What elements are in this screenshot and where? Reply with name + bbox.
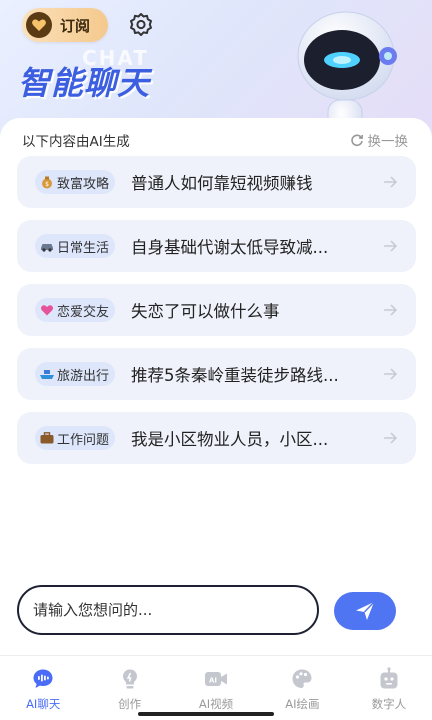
prompt-item-travel[interactable]: 旅游出行 推荐5条秦岭重装徒步路线... [17, 348, 416, 400]
tab-digital-human[interactable]: 数字人 [346, 656, 432, 720]
prompt-item-work[interactable]: 工作问题 我是小区物业人员，小区... [17, 412, 416, 464]
tab-label: 数字人 [371, 697, 407, 711]
subscribe-label: 订阅 [60, 16, 91, 35]
tab-ai-video[interactable]: AI AI视频 [173, 656, 259, 720]
prompt-text: 普通人如何靠短视频赚钱 [131, 174, 313, 193]
prompt-text: 推荐5条秦岭重装徒步路线... [131, 366, 339, 385]
video-camera-icon: AI [203, 666, 229, 692]
prompt-tag: $ 致富攻略 [35, 170, 116, 194]
heart-icon [39, 302, 55, 318]
prompt-tag: 工作问题 [35, 426, 116, 450]
prompt-tag-label: 日常生活 [57, 240, 110, 256]
tab-label: AI视频 [198, 697, 234, 711]
card-header: 以下内容由AI生成 换一换 [22, 130, 408, 150]
paper-plane-icon [356, 601, 375, 620]
arrow-right-icon [380, 303, 400, 317]
car-icon [39, 238, 55, 254]
prompt-tag-label: 恋爱交友 [57, 304, 110, 320]
bottom-tab-bar: AI聊天 创作 AI AI视频 AI绘画 数字人 [0, 655, 432, 720]
gear-icon [130, 13, 152, 36]
tab-ai-painting[interactable]: AI绘画 [259, 656, 345, 720]
refresh-label: 换一换 [367, 134, 409, 150]
prompt-tag: 恋爱交友 [35, 298, 116, 322]
page-title: 智能聊天 [18, 64, 151, 102]
prompt-tag-label: 致富攻略 [57, 176, 110, 192]
prompt-text: 我是小区物业人员，小区... [131, 430, 329, 449]
lightbulb-icon [117, 666, 143, 692]
prompt-tag: 旅游出行 [35, 362, 116, 386]
ai-generated-note: 以下内容由AI生成 [22, 134, 130, 150]
prompt-tag: 日常生活 [35, 234, 116, 258]
prompt-item-daily-life[interactable]: 日常生活 自身基础代谢太低导致减... [17, 220, 416, 272]
robot-icon [376, 666, 402, 692]
home-indicator [138, 712, 274, 716]
prompt-tag-label: 旅游出行 [57, 368, 110, 384]
arrow-right-icon [380, 175, 400, 189]
arrow-right-icon [380, 239, 400, 253]
arrow-right-icon [380, 431, 400, 445]
prompt-item-dating[interactable]: 恋爱交友 失恋了可以做什么事 [17, 284, 416, 336]
tab-label: AI绘画 [285, 697, 320, 711]
refresh-icon [350, 134, 363, 147]
tab-label: AI聊天 [26, 697, 61, 711]
svg-text:$: $ [45, 181, 49, 188]
prompt-text: 自身基础代谢太低导致减... [131, 238, 329, 257]
subscribe-button[interactable]: 订阅 [22, 8, 108, 42]
question-input[interactable] [33, 601, 303, 619]
question-input-box[interactable] [17, 585, 319, 635]
tab-ai-chat[interactable]: AI聊天 [0, 656, 86, 720]
prompt-item-wealth[interactable]: $ 致富攻略 普通人如何靠短视频赚钱 [17, 156, 416, 208]
svg-text:AI: AI [209, 677, 217, 685]
tab-label: 创作 [118, 697, 142, 711]
tab-create[interactable]: 创作 [86, 656, 172, 720]
arrow-right-icon [380, 367, 400, 381]
send-button[interactable] [334, 592, 396, 630]
briefcase-icon [39, 430, 55, 446]
palette-icon [289, 666, 315, 692]
prompt-text: 失恋了可以做什么事 [131, 302, 280, 321]
prompt-tag-label: 工作问题 [57, 432, 110, 448]
money-bag-icon: $ [39, 174, 55, 190]
refresh-button[interactable]: 换一换 [350, 130, 409, 150]
settings-button[interactable] [126, 10, 156, 40]
heart-badge-icon [26, 12, 52, 38]
cruise-ship-icon [39, 366, 55, 382]
chat-bubble-icon [30, 666, 56, 692]
prompt-card: 以下内容由AI生成 换一换 $ 致富攻略 普通人如何靠短视频赚钱 日常生活 自身… [0, 118, 432, 658]
